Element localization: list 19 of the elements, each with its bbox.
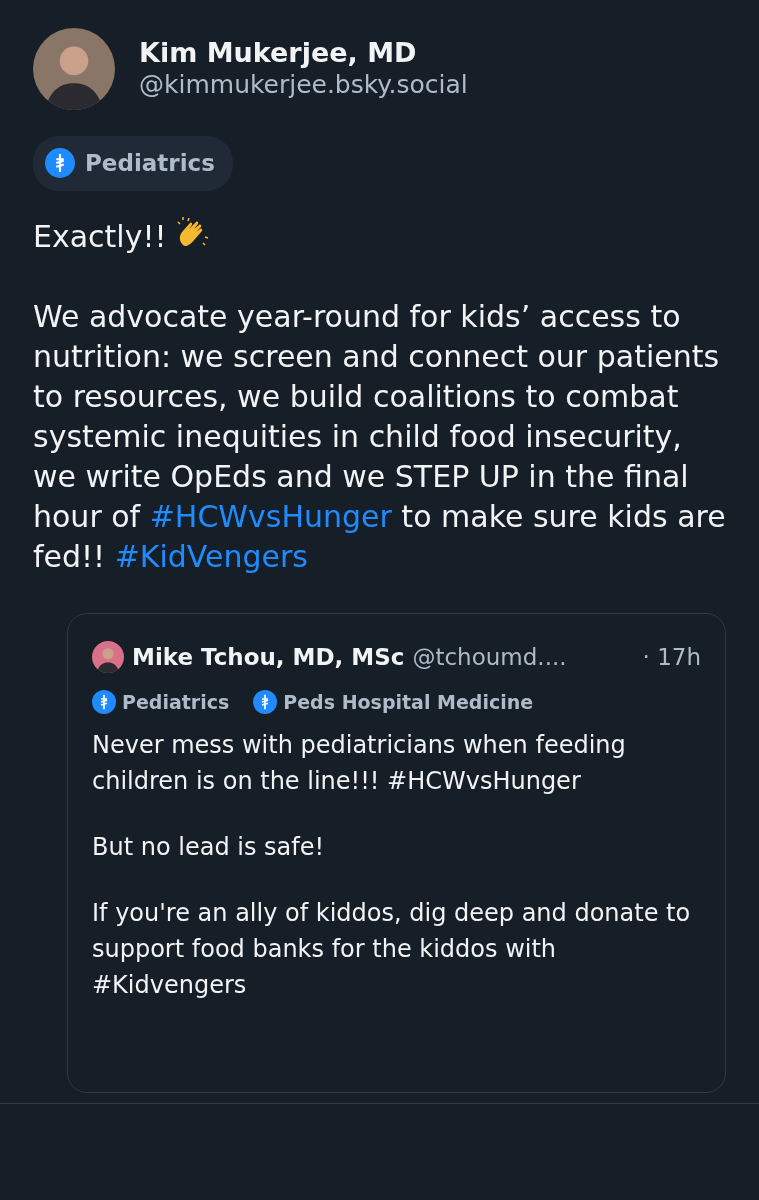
quote-author-handle: @tchoumd.... bbox=[412, 642, 567, 672]
label-chip[interactable]: Pediatrics bbox=[92, 688, 230, 717]
hashtag-link[interactable]: #HCWvsHunger bbox=[149, 498, 392, 534]
post-text: Exactly!! bbox=[33, 214, 726, 257]
label-chip[interactable]: Peds Hospital Medicine bbox=[253, 688, 534, 717]
staff-icon bbox=[45, 148, 75, 179]
avatar[interactable] bbox=[92, 640, 124, 673]
post-time: · 17h bbox=[642, 642, 701, 672]
post-text: We advocate year-round for kids’ access to nutrition: we screen and connect our patients to resources, we build coalitions to combat systemic inequities in child food insecurity, we write OpEds and we STEP UP in the final hour of #HCWvsHunger to make sure kids are fed!! #KidVengers bbox=[33, 297, 726, 576]
quote-text: Never mess with pediatricians when feeding children is on the line!!! #HCWvsHunger bbox=[92, 729, 627, 797]
staff-icon bbox=[92, 690, 116, 715]
quote-text: But no lead is safe! bbox=[92, 831, 326, 863]
quote-text: If you're an ally of kiddos, dig deep and donate to support food banks for the kiddos with #Kidvengers bbox=[92, 897, 692, 1001]
hashtag-link[interactable]: #KidVengers bbox=[114, 538, 308, 574]
author-handle: @kimmukerjee.bsky.social bbox=[139, 68, 468, 101]
label-chip[interactable]: Pediatrics bbox=[33, 136, 233, 191]
author-name: Kim Mukerjee, MD bbox=[139, 36, 418, 69]
quote-author-name: Mike Tchou, MD, MSc bbox=[132, 642, 405, 672]
staff-icon bbox=[253, 690, 278, 715]
